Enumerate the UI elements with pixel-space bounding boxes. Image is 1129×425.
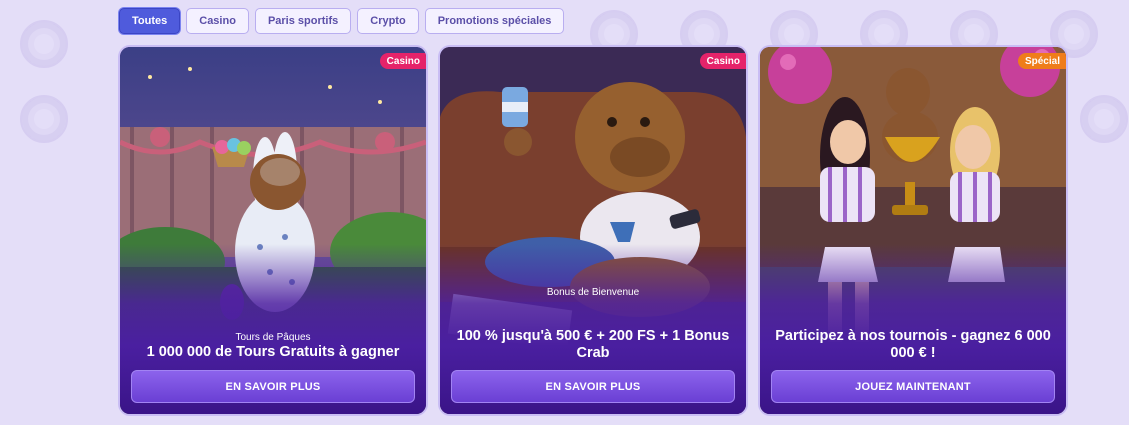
card-title: 100 % jusqu'à 500 € + 200 FS + 1 Bonus C…: [456, 328, 730, 361]
learn-more-button[interactable]: EN SAVOIR PLUS: [131, 370, 415, 403]
background-swirl-icon: [20, 20, 68, 68]
tab-promotions-speciales[interactable]: Promotions spéciales: [424, 8, 565, 34]
category-badge: Casino: [379, 53, 426, 69]
tab-casino[interactable]: Casino: [186, 8, 249, 34]
promo-card-tournaments[interactable]: Spécial Participez à nos tournois - gagn…: [760, 47, 1066, 414]
card-subtitle: Tours de Pâques: [235, 332, 311, 343]
promo-card-welcome-bonus[interactable]: Casino Bonus de Bienvenue 100 % jusqu'à …: [440, 47, 746, 414]
tab-toutes[interactable]: Toutes: [119, 8, 181, 34]
card-title: Participez à nos tournois - gagnez 6 000…: [775, 328, 1051, 361]
learn-more-button[interactable]: EN SAVOIR PLUS: [451, 370, 735, 403]
category-badge: Spécial: [1017, 53, 1066, 69]
tab-crypto[interactable]: Crypto: [357, 8, 419, 34]
category-badge: Casino: [699, 53, 746, 69]
background-swirl-icon: [20, 95, 68, 143]
card-subtitle: Bonus de Bienvenue: [546, 287, 640, 298]
promo-card-easter[interactable]: Casino Tours de Pâques 1 000 000 de Tour…: [120, 47, 426, 414]
promo-filter-tabs: Toutes Casino Paris sportifs Crypto Prom…: [119, 8, 565, 34]
tab-paris-sportifs[interactable]: Paris sportifs: [254, 8, 352, 34]
card-title: 1 000 000 de Tours Gratuits à gagner: [146, 344, 400, 360]
background-swirl-icon: [1080, 95, 1128, 143]
play-now-button[interactable]: JOUEZ MAINTENANT: [771, 370, 1055, 403]
